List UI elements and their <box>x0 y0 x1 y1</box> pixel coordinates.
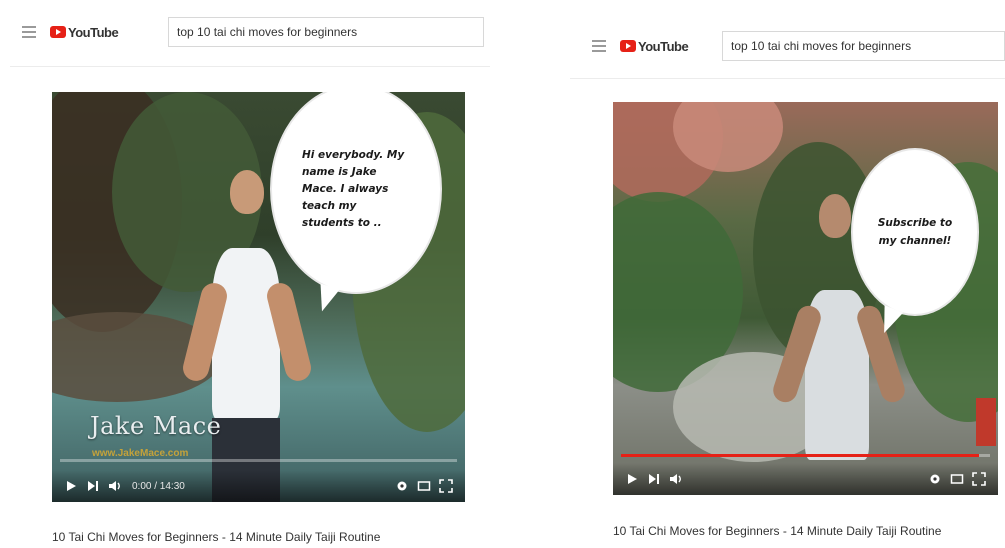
youtube-screenshot-left: YouTube top 10 tai chi moves for beginne… <box>0 0 500 548</box>
watermark-name: Jake Mace <box>90 412 222 440</box>
fullscreen-icon[interactable] <box>435 475 457 497</box>
speech-bubble: Subscribe to my channel! <box>851 148 979 337</box>
play-icon[interactable] <box>60 475 82 497</box>
search-input[interactable]: top 10 tai chi moves for beginners <box>722 31 1005 61</box>
channel-badge[interactable] <box>976 398 996 446</box>
menu-icon[interactable] <box>592 40 606 52</box>
time-display: 0:00 / 14:30 <box>132 480 185 492</box>
watermark-url: www.JakeMace.com <box>92 448 189 459</box>
video-player[interactable]: Hi everybody. My name is Jake Mace. I al… <box>52 92 465 502</box>
progress-fill <box>621 454 979 457</box>
settings-icon[interactable] <box>924 468 946 490</box>
speech-bubble: Hi everybody. My name is Jake Mace. I al… <box>270 92 442 315</box>
masthead: YouTube top 10 tai chi moves for beginne… <box>570 28 1005 64</box>
progress-bar[interactable] <box>60 459 457 462</box>
next-icon[interactable] <box>82 475 104 497</box>
logo-text: YouTube <box>638 38 689 54</box>
fullscreen-icon[interactable] <box>968 468 990 490</box>
video-title[interactable]: 10 Tai Chi Moves for Beginners - 14 Minu… <box>613 524 941 538</box>
progress-bar[interactable] <box>621 454 990 457</box>
menu-icon[interactable] <box>22 26 36 38</box>
miniplayer-icon[interactable] <box>413 475 435 497</box>
settings-icon[interactable] <box>391 475 413 497</box>
player-controls <box>613 463 998 495</box>
masthead: YouTube top 10 tai chi moves for beginne… <box>0 14 500 50</box>
play-icon[interactable] <box>621 468 643 490</box>
player-controls: 0:00 / 14:30 <box>52 470 465 502</box>
speech-bubble-text: Hi everybody. My name is Jake Mace. I al… <box>302 148 405 229</box>
logo-text: YouTube <box>68 24 119 40</box>
youtube-logo-icon <box>620 40 636 52</box>
youtube-screenshot-right: YouTube top 10 tai chi moves for beginne… <box>570 0 1005 548</box>
speech-bubble-text: Subscribe to my channel! <box>877 217 953 247</box>
miniplayer-icon[interactable] <box>946 468 968 490</box>
youtube-logo[interactable]: YouTube <box>620 38 689 54</box>
volume-icon[interactable] <box>104 475 126 497</box>
video-title[interactable]: 10 Tai Chi Moves for Beginners - 14 Minu… <box>52 530 380 544</box>
masthead-divider <box>570 78 1005 79</box>
masthead-divider <box>10 66 490 67</box>
youtube-logo-icon <box>50 26 66 38</box>
youtube-logo[interactable]: YouTube <box>50 24 119 40</box>
volume-icon[interactable] <box>665 468 687 490</box>
video-player[interactable]: Subscribe to my channel! <box>613 102 998 495</box>
next-icon[interactable] <box>643 468 665 490</box>
search-input[interactable]: top 10 tai chi moves for beginners <box>168 17 484 47</box>
